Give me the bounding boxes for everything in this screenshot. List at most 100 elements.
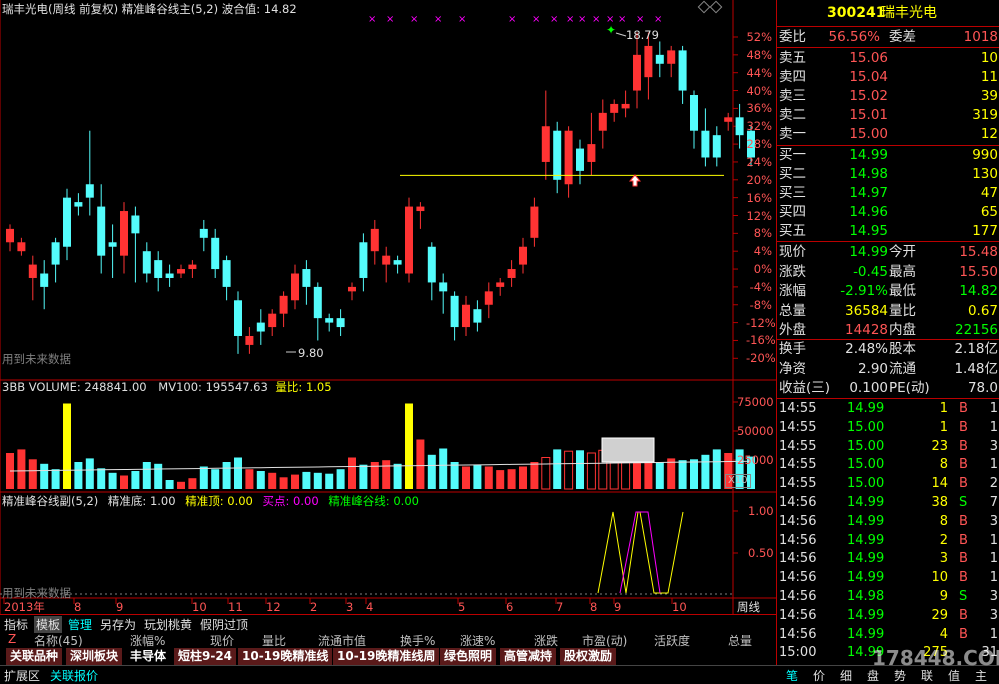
tick-time: 14:56 — [779, 513, 817, 529]
list-column-header[interactable]: 量比 — [262, 632, 286, 649]
sub-magenta-line — [619, 511, 661, 594]
candle-body — [507, 269, 516, 278]
list-column-header[interactable]: 活跃度 — [654, 632, 690, 649]
list-column-header[interactable]: 换手% — [400, 632, 435, 649]
high-marker-icon: ✦ — [606, 23, 616, 37]
chart-title-name: 瑞丰光电(周线 前复权) — [2, 2, 119, 16]
x-axis-label: 9 — [614, 600, 622, 614]
candle-body — [85, 184, 94, 198]
tick-row[interactable]: 14:55 15.00 1 B 1 — [777, 418, 999, 438]
stat-row[interactable]: 涨幅 -2.91% 最低 14.82 — [777, 282, 999, 300]
stat-value: 14428 — [845, 322, 888, 338]
status-right-tab[interactable]: 价 — [813, 667, 825, 684]
status-right-tab[interactable]: 笔 — [786, 667, 798, 684]
period-label[interactable]: 周线 — [737, 600, 760, 614]
list-column-header[interactable]: 流通市值 — [318, 632, 366, 649]
volume-unit-badge[interactable]: X10 — [725, 474, 751, 488]
tick-row[interactable]: 14:56 14.99 8 B 3 — [777, 512, 999, 532]
kline-chart-area[interactable]: × × × × × × × × × × × × × × ×✦ — [0, 0, 776, 665]
window-diamond-icon-2 — [709, 0, 723, 14]
indicator-tab[interactable]: 假阴过顶 — [198, 616, 250, 633]
x-axis-label: 5 — [458, 600, 466, 614]
indicator-tab[interactable]: 管理 — [66, 616, 94, 633]
tick-row[interactable]: 14:56 14.99 38 S 7 — [777, 493, 999, 513]
status-left-item[interactable]: 关联报价 — [50, 667, 98, 684]
indicator-tab[interactable]: 另存为 — [98, 616, 138, 633]
stat-row[interactable]: 外盘 14428 内盘 22156 — [777, 321, 999, 339]
list-column-header[interactable]: 市盈(动) — [582, 632, 627, 649]
candle-body — [519, 246, 527, 265]
sell-row[interactable]: 卖一 15.00 12 — [777, 125, 999, 143]
volume-bar — [439, 448, 448, 489]
block-tab[interactable]: 10-19晚精准线周 — [333, 648, 440, 665]
candle-body — [541, 126, 550, 162]
list-column-header[interactable]: 涨幅% — [130, 632, 165, 649]
volume-bar — [393, 463, 402, 489]
indicator-tab[interactable]: 模板 — [34, 616, 63, 633]
indicator-tab[interactable]: 指标 — [2, 616, 30, 633]
tick-row[interactable]: 14:55 14.99 1 B 1 — [777, 399, 999, 419]
block-tab[interactable]: 短柱9-24 — [174, 648, 237, 665]
tick-row[interactable]: 14:56 14.99 4 B 1 — [777, 625, 999, 645]
buy-row[interactable]: 买二 14.98 130 — [777, 165, 999, 183]
tick-row[interactable]: 14:55 15.00 23 B 3 — [777, 437, 999, 457]
block-tab[interactable]: 深圳板块 — [66, 648, 123, 665]
sell-level-label: 卖四 — [779, 69, 806, 85]
buy-row[interactable]: 买四 14.96 65 — [777, 203, 999, 221]
volume-bar — [245, 469, 254, 489]
stat-label: 现价 — [779, 244, 806, 260]
tick-row[interactable]: 14:55 15.00 8 B 1 — [777, 455, 999, 475]
buy-row[interactable]: 买五 14.95 177 — [777, 222, 999, 240]
candle-body — [211, 237, 220, 270]
tick-side: B — [959, 419, 968, 435]
sell-row[interactable]: 卖五 15.06 10 — [777, 49, 999, 67]
volume-tick-label: 75000 — [737, 395, 774, 409]
volume-bar — [302, 471, 311, 489]
tick-row[interactable]: 14:56 14.99 2 B 1 — [777, 531, 999, 551]
list-column-header[interactable]: 现价 — [210, 632, 234, 649]
block-tab[interactable]: 10-19晚精准线 — [238, 648, 333, 665]
candle-body — [291, 273, 299, 301]
stat-row[interactable]: 收益(三) 0.100 PE(动) 78.0 — [777, 379, 999, 397]
tick-row[interactable]: 14:56 14.99 10 B 1 — [777, 568, 999, 588]
stat-row[interactable]: 换手 2.48% 股本 2.18亿 — [777, 340, 999, 358]
block-tab[interactable]: 股权激励 — [560, 648, 617, 665]
sub-buy-value: 买点: 0.00 — [262, 494, 319, 508]
list-column-header[interactable]: 总量 — [728, 632, 752, 649]
list-column-header[interactable]: 涨速% — [460, 632, 495, 649]
tick-volume: 8 — [939, 513, 948, 529]
volume-bar — [405, 403, 413, 489]
tick-row[interactable]: 14:55 15.00 14 B 2 — [777, 474, 999, 494]
block-tab[interactable]: 绿色照明 — [440, 648, 497, 665]
stat-row[interactable]: 涨跌 -0.45 最高 15.50 — [777, 263, 999, 281]
tick-time: 15:00 — [779, 645, 817, 661]
volume-bar — [507, 469, 516, 489]
y-tick-label: 40% — [746, 83, 772, 98]
tick-time: 14:56 — [779, 607, 817, 623]
y-tick-label: 8% — [753, 226, 772, 241]
block-tab[interactable]: 高管减持 — [500, 648, 557, 665]
tick-row[interactable]: 14:56 14.99 3 B 1 — [777, 549, 999, 569]
stat-row[interactable]: 现价 14.99 今开 15.48 — [777, 243, 999, 261]
list-column-header[interactable]: 名称(45) — [34, 632, 83, 649]
list-column-header[interactable]: 涨跌 — [534, 632, 558, 649]
stat-row[interactable]: 总量 36584 量比 0.67 — [777, 302, 999, 320]
indicator-tab[interactable]: 玩划桃黄 — [142, 616, 194, 633]
buy-row[interactable]: 买三 14.97 47 — [777, 184, 999, 202]
y-tick-label: 48% — [746, 47, 772, 62]
sell-row[interactable]: 卖三 15.02 39 — [777, 87, 999, 105]
sell-row[interactable]: 卖二 15.01 319 — [777, 106, 999, 124]
status-right-tab[interactable]: 细 — [840, 667, 852, 684]
tick-volume: 10 — [931, 570, 948, 586]
tick-row[interactable]: 14:56 14.98 9 S 3 — [777, 587, 999, 607]
status-left-item[interactable]: 扩展区 — [4, 667, 40, 684]
tick-price: 14.99 — [847, 626, 885, 642]
sell-row[interactable]: 卖四 15.04 11 — [777, 68, 999, 86]
tick-row[interactable]: 14:56 14.99 29 B 3 — [777, 606, 999, 626]
buy-row[interactable]: 买一 14.99 990 — [777, 146, 999, 164]
volume-bar — [348, 457, 356, 489]
volume-bar — [690, 459, 698, 489]
stat-row[interactable]: 净资 2.90 流通 1.48亿 — [777, 360, 999, 378]
block-tab[interactable]: 关联品种 — [6, 648, 63, 665]
block-tab[interactable]: 丰导体 — [126, 648, 171, 665]
